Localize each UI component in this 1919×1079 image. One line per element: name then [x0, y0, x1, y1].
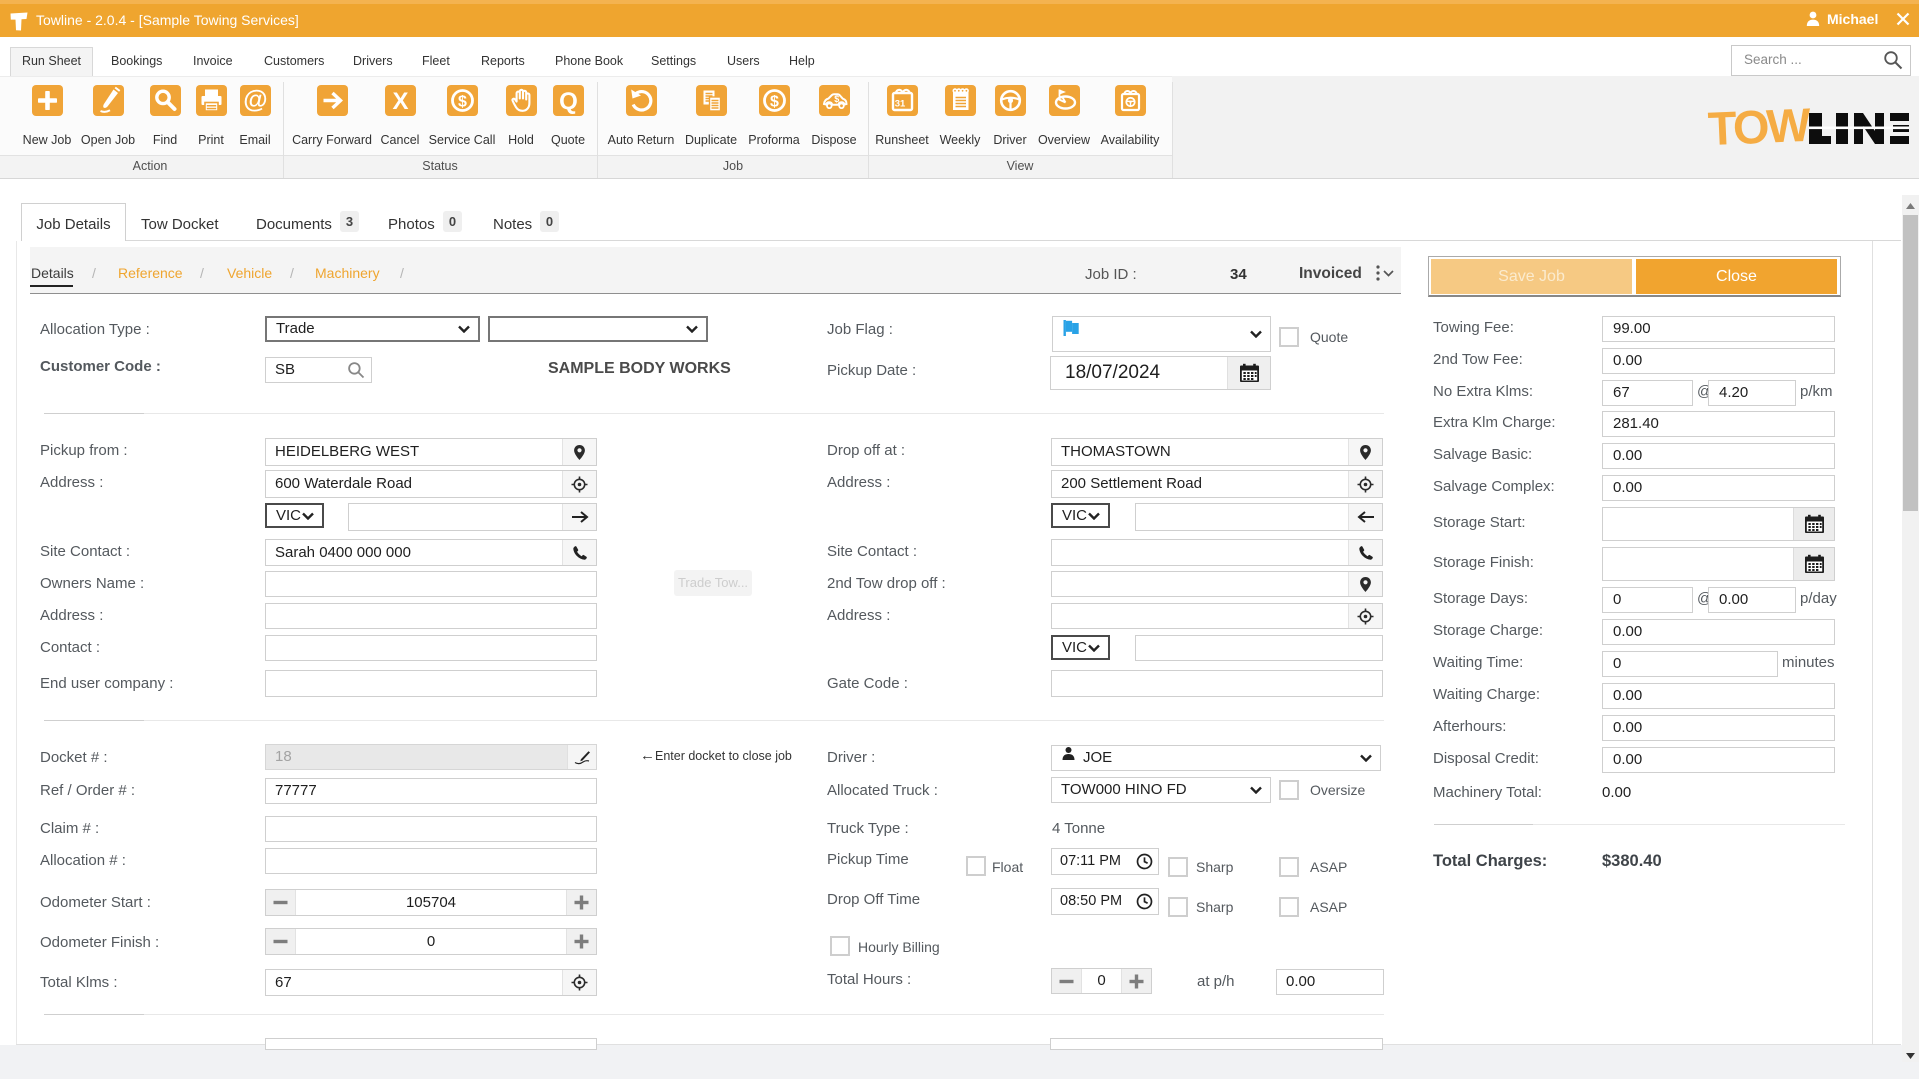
svg-text:$: $ [834, 94, 839, 104]
svg-text:$: $ [458, 94, 467, 111]
svg-text:31: 31 [895, 99, 906, 110]
svg-text:@: @ [243, 86, 267, 114]
svg-text:$: $ [770, 94, 779, 111]
svg-text:X: X [392, 88, 408, 115]
svg-text:Q: Q [559, 88, 578, 115]
